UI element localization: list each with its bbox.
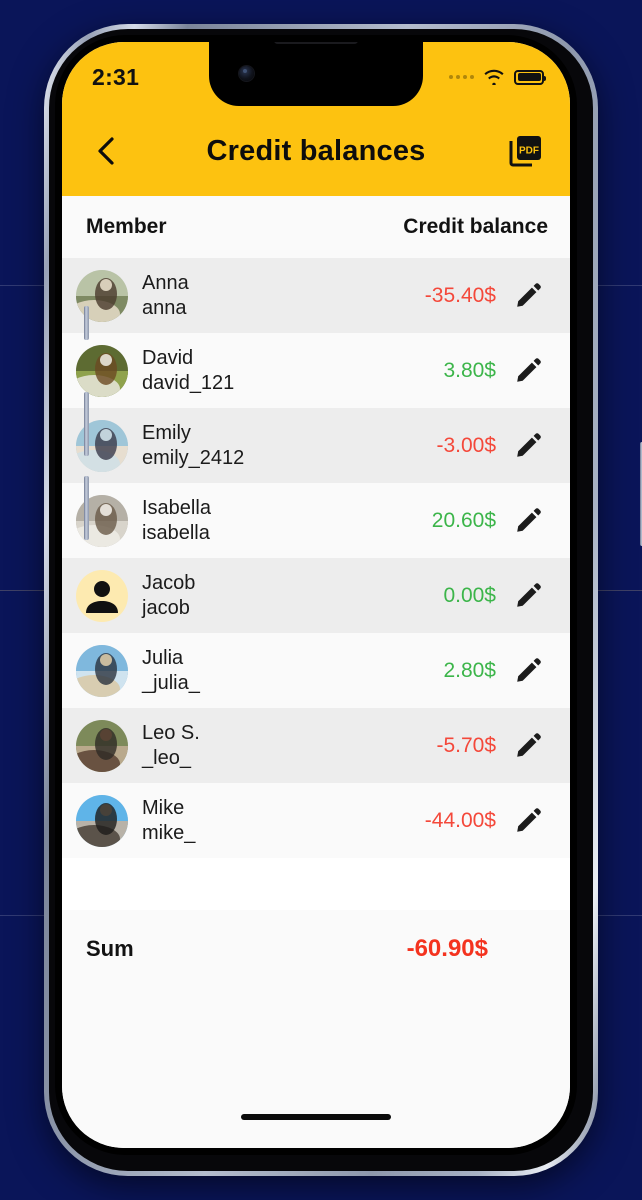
member-identity: Leo S. _leo_ xyxy=(142,721,200,770)
member-handle: isabella xyxy=(142,521,210,544)
member-row[interactable]: Anna anna -35.40$ xyxy=(62,258,570,333)
member-name: Leo S. xyxy=(142,722,200,745)
cellular-dots-icon xyxy=(449,75,474,79)
member-handle: emily_2412 xyxy=(142,446,245,469)
member-name: Emily xyxy=(142,422,191,445)
chevron-left-icon xyxy=(98,137,114,165)
pencil-icon xyxy=(517,657,541,682)
avatar xyxy=(76,794,128,847)
member-identity: Jacob jacob xyxy=(142,571,195,620)
edit-balance-button[interactable] xyxy=(506,506,550,536)
edit-balance-button[interactable] xyxy=(506,356,550,386)
member-row[interactable]: Mike mike_ -44.00$ xyxy=(62,783,570,858)
member-row[interactable]: Julia _julia_ 2.80$ xyxy=(62,633,570,708)
member-row[interactable]: Jacob jacob 0.00$ xyxy=(62,558,570,633)
sum-row: Sum -60.90$ xyxy=(62,910,570,988)
svg-text:PDF: PDF xyxy=(519,146,539,157)
member-identity: Mike mike_ xyxy=(142,796,195,845)
wifi-icon xyxy=(484,69,504,85)
sum-value: -60.90$ xyxy=(406,935,488,962)
silent-switch-button[interactable] xyxy=(84,306,89,340)
member-row[interactable]: Leo S. _leo_ -5.70$ xyxy=(62,708,570,783)
earpiece-speaker xyxy=(274,42,358,44)
member-row[interactable]: Emily emily_2412 -3.00$ xyxy=(62,408,570,483)
member-handle: _julia_ xyxy=(142,671,200,694)
pdf-export-button[interactable]: PDF xyxy=(504,129,548,173)
edit-balance-button[interactable] xyxy=(506,656,550,686)
pencil-icon xyxy=(517,357,541,382)
volume-down-button[interactable] xyxy=(84,476,89,540)
edit-balance-button[interactable] xyxy=(506,731,550,761)
person-placeholder-icon xyxy=(86,580,118,613)
member-name: David xyxy=(142,347,194,370)
volume-up-button[interactable] xyxy=(84,392,89,456)
member-balance: -44.00$ xyxy=(424,808,496,832)
member-row[interactable]: Isabella isabella 20.60$ xyxy=(62,483,570,558)
pencil-icon xyxy=(517,282,541,307)
status-bar-clock: 2:31 xyxy=(92,63,140,90)
pencil-icon xyxy=(517,732,541,757)
member-identity: Anna anna xyxy=(142,271,189,320)
column-header-balance: Credit balance xyxy=(403,215,548,238)
edit-balance-button[interactable] xyxy=(506,281,550,311)
column-header-member: Member xyxy=(86,215,167,238)
member-balance: -35.40$ xyxy=(424,283,496,307)
member-identity: Isabella isabella xyxy=(142,496,211,545)
member-name: Mike xyxy=(142,797,185,820)
empty-space xyxy=(62,988,570,1104)
member-name: Anna xyxy=(142,272,189,295)
edit-balance-button[interactable] xyxy=(506,806,550,836)
status-bar-indicators xyxy=(449,69,546,85)
home-indicator[interactable] xyxy=(62,1104,570,1148)
battery-full-icon xyxy=(514,69,546,85)
member-name: Jacob xyxy=(142,572,196,595)
member-handle: jacob xyxy=(142,596,190,619)
app-bar: Credit balances PDF xyxy=(62,106,570,196)
edit-balance-button[interactable] xyxy=(506,581,550,611)
member-balance: 0.00$ xyxy=(443,583,496,607)
phone-device-frame: 2:31 Credit balances PDF Member Credit b… xyxy=(44,24,642,1176)
pdf-export-icon: PDF xyxy=(509,136,541,167)
avatar xyxy=(76,644,128,697)
list-column-header: Member Credit balance xyxy=(62,196,570,258)
pencil-icon xyxy=(517,507,541,532)
sum-label: Sum xyxy=(86,936,134,961)
member-balance: 20.60$ xyxy=(431,508,496,532)
member-handle: david_121 xyxy=(142,371,235,394)
pencil-icon xyxy=(517,582,541,607)
phone-screen: 2:31 Credit balances PDF Member Credit b… xyxy=(62,42,570,1148)
member-balance: 2.80$ xyxy=(443,658,496,682)
person-placeholder-avatar xyxy=(76,569,128,622)
member-name: Isabella xyxy=(142,497,211,520)
edit-balance-button[interactable] xyxy=(506,431,550,461)
pencil-icon xyxy=(517,432,541,457)
member-identity: Julia _julia_ xyxy=(142,646,200,695)
member-name: Julia xyxy=(142,647,184,670)
avatar xyxy=(76,719,128,772)
member-handle: anna xyxy=(142,296,187,319)
avatar xyxy=(76,344,128,397)
member-identity: David david_121 xyxy=(142,346,234,395)
member-list: Anna anna -35.40$ David david_121 3.80$ … xyxy=(62,258,570,858)
member-balance: -5.70$ xyxy=(436,733,496,757)
device-notch xyxy=(209,42,423,106)
member-handle: _leo_ xyxy=(142,746,191,769)
front-camera-icon xyxy=(239,66,254,81)
member-balance: -3.00$ xyxy=(436,433,496,457)
pencil-icon xyxy=(517,807,541,832)
page-title: Credit balances xyxy=(206,134,426,167)
back-button[interactable] xyxy=(86,131,126,171)
member-identity: Emily emily_2412 xyxy=(142,421,244,470)
member-balance: 3.80$ xyxy=(443,358,496,382)
member-row[interactable]: David david_121 3.80$ xyxy=(62,333,570,408)
member-handle: mike_ xyxy=(142,821,196,844)
